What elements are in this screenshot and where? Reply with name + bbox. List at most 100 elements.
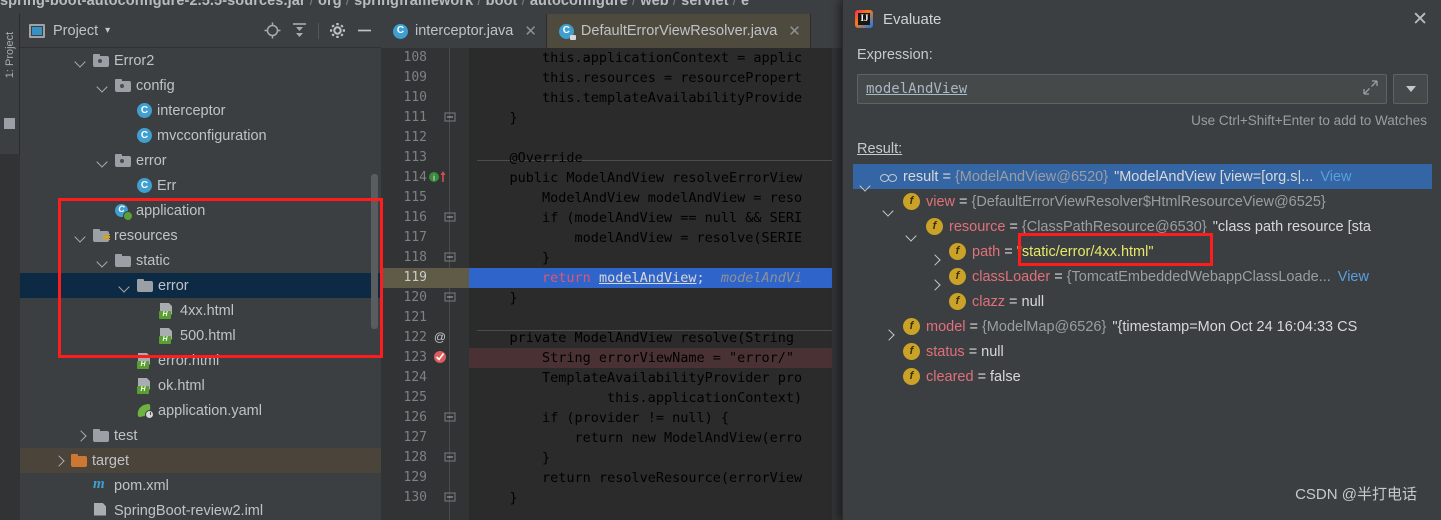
code-line-111[interactable]: 111 } xyxy=(381,108,843,128)
gear-icon[interactable] xyxy=(329,22,346,39)
code-line-116[interactable]: 116 if (modelAndView == null && SERI xyxy=(381,208,843,228)
code-line-109[interactable]: 109 this.resources = resourcePropert xyxy=(381,68,843,88)
chevron-down-icon[interactable] xyxy=(118,279,131,292)
chevron-down-icon[interactable] xyxy=(96,154,109,167)
tree-item-error2[interactable]: Error2 xyxy=(20,48,381,73)
project-file-tree[interactable]: Error2 config Cinterceptor Cmvcconfiguratio… xyxy=(20,48,381,520)
tree-item-test[interactable]: test xyxy=(20,423,381,448)
sidebar-item-project-vertical[interactable]: 1: Project xyxy=(4,24,16,86)
chevron-down-icon[interactable]: ▾ xyxy=(105,25,110,36)
expand-icon[interactable] xyxy=(1363,80,1378,98)
code-line-113[interactable]: 113 @Override xyxy=(381,148,843,168)
code-line-126[interactable]: 126 if (provider != null) { xyxy=(381,408,843,428)
result-row-view[interactable]: f view = {DefaultErrorViewResolver$HtmlReso… xyxy=(853,189,1432,214)
code-line-114[interactable]: 114 i public ModelAndView resolveErrorVie… xyxy=(381,168,843,188)
result-row-result[interactable]: result = {ModelAndView@6520} "ModelAndView … xyxy=(853,164,1432,189)
result-row-cleared[interactable]: f cleared = false xyxy=(853,364,1432,389)
result-row-clazz[interactable]: f clazz = null xyxy=(853,289,1432,314)
result-row-status[interactable]: f status = null xyxy=(853,339,1432,364)
chevron-down-icon[interactable] xyxy=(96,79,109,92)
result-variables-tree[interactable]: result = {ModelAndView@6520} "ModelAndView … xyxy=(853,164,1432,509)
gutter-breakpoint-icon[interactable] xyxy=(433,350,449,366)
editor-tab-defaulterrorviewresolver-java[interactable]: C DefaultErrorViewResolver.java ✕ xyxy=(546,14,811,48)
tree-item-resources[interactable]: resources xyxy=(20,223,381,248)
close-icon[interactable]: ✕ xyxy=(1412,10,1428,29)
code-line-122[interactable]: 122 @ private ModelAndView resolve(String xyxy=(381,328,843,348)
project-scrollbar[interactable] xyxy=(371,174,378,329)
expression-history-dropdown[interactable] xyxy=(1393,74,1428,104)
chevron-right-icon[interactable] xyxy=(74,429,87,442)
tree-item-500-html[interactable]: H 500.html xyxy=(20,323,381,348)
tree-item-error[interactable]: error xyxy=(20,148,381,173)
code-line-117[interactable]: 117 modelAndView = resolve(SERIE xyxy=(381,228,843,248)
result-row-model[interactable]: f model = {ModelMap@6526} "{timestamp=Mon Oc… xyxy=(853,314,1432,339)
breadcrumb-part-3[interactable]: autoconfigure xyxy=(530,0,628,9)
locate-icon[interactable] xyxy=(264,22,281,39)
code-line-123[interactable]: 123 String errorViewName = "error/" xyxy=(381,348,843,368)
code-line-130[interactable]: 130 } xyxy=(381,488,843,508)
code-line-108[interactable]: 108 this.applicationContext = applic xyxy=(381,48,843,68)
close-icon[interactable]: ✕ xyxy=(788,22,801,40)
tree-item-pom-xml[interactable]: m pom.xml xyxy=(20,473,381,498)
gutter-fold-end-icon[interactable] xyxy=(443,450,459,466)
expression-input[interactable]: modelAndView xyxy=(857,74,1387,104)
gutter-fold-end-icon[interactable] xyxy=(443,250,459,266)
gutter-fold-end-icon[interactable] xyxy=(443,490,459,506)
gutter-fold-end-icon[interactable] xyxy=(443,290,459,306)
code-line-115[interactable]: 115 ModelAndView modelAndView = reso xyxy=(381,188,843,208)
tree-item-interceptor[interactable]: Cinterceptor xyxy=(20,98,381,123)
tree-item-application[interactable]: application xyxy=(20,198,381,223)
tree-item-mvcconfiguration[interactable]: Cmvcconfiguration xyxy=(20,123,381,148)
result-row-resource[interactable]: f resource = {ClassPathResource@6530} "class… xyxy=(853,214,1432,239)
breadcrumb-part-2[interactable]: boot xyxy=(486,0,518,9)
code-line-124[interactable]: 124 TemplateAvailabilityProvider pro xyxy=(381,368,843,388)
code-lines[interactable]: 108 this.applicationContext = applic 109 … xyxy=(381,48,843,520)
tree-item-target[interactable]: target xyxy=(20,448,381,473)
code-line-118[interactable]: 118 } xyxy=(381,248,843,268)
hide-icon[interactable] xyxy=(356,22,373,39)
result-row-path[interactable]: f path = "static/error/4xx.html" xyxy=(853,239,1432,264)
breadcrumb-root[interactable]: spring-boot-autoconfigure-2.5.5-sources.… xyxy=(0,0,306,9)
breadcrumb-part-5[interactable]: servlet xyxy=(681,0,728,9)
editor-tab-interceptor-java[interactable]: Cinterceptor.java ✕ xyxy=(381,14,547,48)
breadcrumb-part-0[interactable]: org xyxy=(318,0,342,9)
result-row-classLoader[interactable]: f classLoader = {TomcatEmbeddedWebappClassL… xyxy=(853,264,1432,289)
result-view-link[interactable]: View xyxy=(1338,269,1369,285)
tree-item-static[interactable]: static xyxy=(20,248,381,273)
code-line-121[interactable]: 121 xyxy=(381,308,843,328)
code-line-128[interactable]: 128 } xyxy=(381,448,843,468)
code-line-129[interactable]: 129 return resolveResource(errorView xyxy=(381,468,843,488)
tree-item-springboot-review2-iml[interactable]: SpringBoot-review2.iml xyxy=(20,498,381,520)
gutter-fold-end-icon[interactable] xyxy=(443,110,459,126)
collapse-all-icon[interactable] xyxy=(291,22,308,39)
code-line-112[interactable]: 112 xyxy=(381,128,843,148)
structure-tool-chip[interactable] xyxy=(4,118,15,129)
code-line-125[interactable]: 125 this.applicationContext) xyxy=(381,388,843,408)
gutter-fold-end-icon[interactable] xyxy=(443,410,459,426)
tree-item-error[interactable]: error xyxy=(20,273,381,298)
code-line-120[interactable]: 120 } xyxy=(381,288,843,308)
close-icon[interactable]: ✕ xyxy=(524,22,537,40)
tree-item-ok-html[interactable]: Hok.html xyxy=(20,373,381,398)
tree-item-config[interactable]: config xyxy=(20,73,381,98)
tree-item-application-yaml[interactable]: application.yaml xyxy=(20,398,381,423)
breadcrumb-part-6[interactable]: e xyxy=(741,0,749,9)
code-line-119[interactable]: 119 return modelAndView; modelAndVi xyxy=(381,268,843,288)
result-view-link[interactable]: View xyxy=(1320,169,1351,185)
code-line-110[interactable]: 110 this.templateAvailabilityProvide xyxy=(381,88,843,108)
breadcrumb-part-4[interactable]: web xyxy=(640,0,669,9)
gutter-fold-end-icon[interactable] xyxy=(443,210,459,226)
gutter-override-impl-icon[interactable]: i xyxy=(429,170,446,186)
chevron-right-icon[interactable] xyxy=(52,454,65,467)
breadcrumb-part-1[interactable]: springframework xyxy=(354,0,473,9)
code-line-127[interactable]: 127 return new ModelAndView(erro xyxy=(381,428,843,448)
gutter-annotation-icon[interactable]: @ xyxy=(433,330,449,346)
tree-item-err[interactable]: C Err xyxy=(20,173,381,198)
chevron-down-icon[interactable] xyxy=(74,54,87,67)
tree-item-4xx-html[interactable]: H 4xx.html xyxy=(20,298,381,323)
code-viewport[interactable]: 108 this.applicationContext = applic 109 … xyxy=(381,48,843,520)
chevron-down-icon[interactable] xyxy=(74,229,87,242)
editor-tab-bar[interactable]: Cinterceptor.java ✕ C DefaultErrorViewResol… xyxy=(381,14,843,48)
tree-item-error-html[interactable]: Herror.html xyxy=(20,348,381,373)
chevron-down-icon[interactable] xyxy=(96,254,109,267)
